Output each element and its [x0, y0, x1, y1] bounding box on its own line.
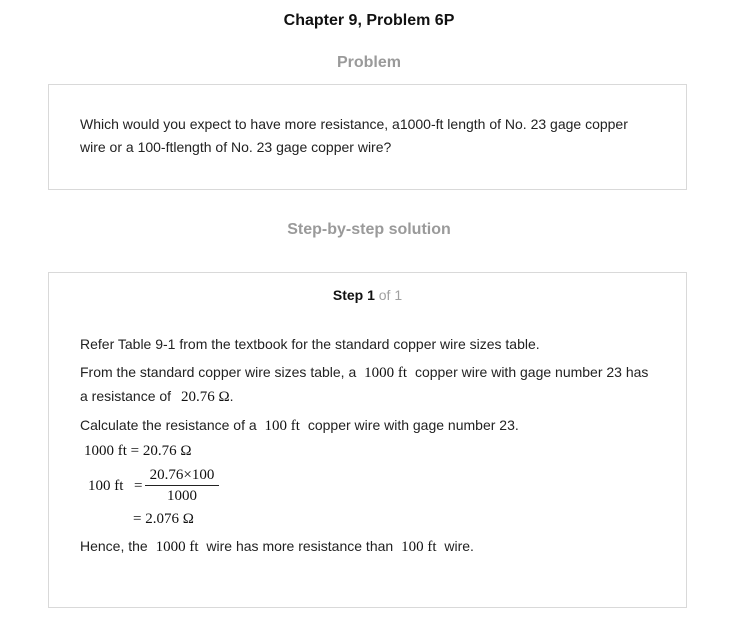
equation-2-lhs: 100 ft — [88, 478, 124, 494]
fraction-numerator: 20.76×100 — [145, 467, 219, 486]
text-run: copper wire with gage number 23 has — [414, 364, 649, 380]
problem-heading: Problem — [336, 54, 401, 71]
text-run: Hence, the — [80, 538, 148, 554]
problem-box: Which would you expect to have more resi… — [48, 84, 687, 190]
page-title: Chapter 9, Problem 6P — [283, 12, 455, 29]
fraction-denominator: 1000 — [167, 488, 197, 504]
math-1000-ft: 1000 ft — [364, 365, 408, 381]
problem-text-line-1: Which would you expect to have more resi… — [80, 116, 628, 132]
math-1000-ft: 1000 ft — [155, 539, 199, 555]
text-run: . — [229, 388, 234, 404]
equation-2-equals: = — [134, 478, 143, 494]
step-indicator: Step 1 of 1 — [49, 287, 686, 303]
equation-2-fraction: 20.76×100 1000 — [145, 467, 219, 505]
step-total: of 1 — [378, 287, 403, 303]
solution-paragraph-3: Calculate the resistance of a 100 ft cop… — [80, 417, 519, 435]
solution-paragraph-2-line-1: From the standard copper wire sizes tabl… — [80, 364, 648, 382]
solution-heading: Step-by-step solution — [287, 221, 451, 238]
text-run: Calculate the resistance of a — [80, 417, 257, 433]
text-run: a resistance of — [80, 388, 172, 404]
text-run: From the standard copper wire sizes tabl… — [80, 364, 357, 380]
math-resistance-value: 20.76 Ω — [180, 389, 230, 405]
equation-1: 1000 ft = 20.76 Ω — [84, 443, 192, 459]
step-label: Step 1 — [332, 287, 375, 303]
equation-3: = 2.076 Ω — [133, 511, 194, 527]
text-run: wire has more resistance than — [206, 538, 394, 554]
math-100-ft: 100 ft — [264, 418, 300, 434]
solution-box: Step 1 of 1 Refer Table 9-1 from the tex… — [48, 272, 687, 608]
text-run: wire. — [444, 538, 474, 554]
math-100-ft: 100 ft — [401, 539, 437, 555]
solution-conclusion: Hence, the 1000 ft wire has more resista… — [80, 538, 474, 556]
problem-text-line-2: wire or a 100-ftlength of No. 23 gage co… — [80, 139, 392, 155]
solution-paragraph-1: Refer Table 9-1 from the textbook for th… — [80, 336, 540, 352]
solution-paragraph-2-line-2: a resistance of 20.76 Ω. — [80, 388, 234, 406]
text-run: copper wire with gage number 23. — [307, 417, 519, 433]
